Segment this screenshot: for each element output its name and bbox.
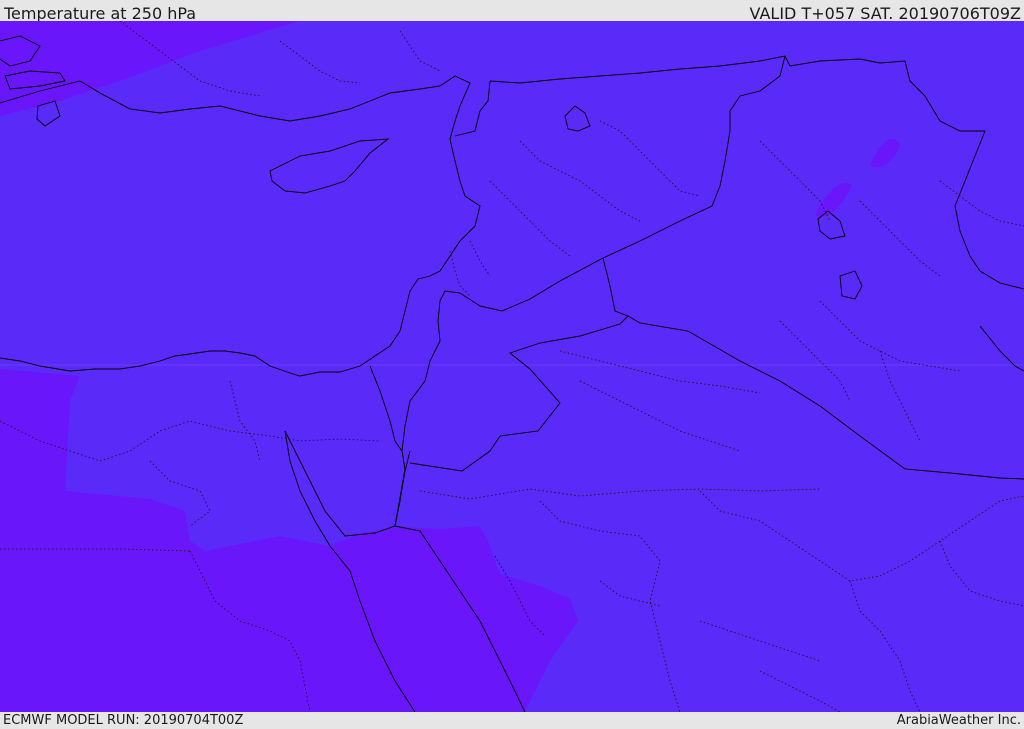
- credit-label: ArabiaWeather Inc.: [896, 713, 1021, 728]
- map-canvas: [0, 21, 1024, 712]
- footer-bar: ECMWF MODEL RUN: 20190704T00Z ArabiaWeat…: [0, 712, 1024, 729]
- model-run-label: ECMWF MODEL RUN: 20190704T00Z: [3, 713, 244, 728]
- header-bar: Temperature at 250 hPa VALID T+057 SAT. …: [0, 0, 1024, 23]
- weather-map[interactable]: [0, 21, 1024, 712]
